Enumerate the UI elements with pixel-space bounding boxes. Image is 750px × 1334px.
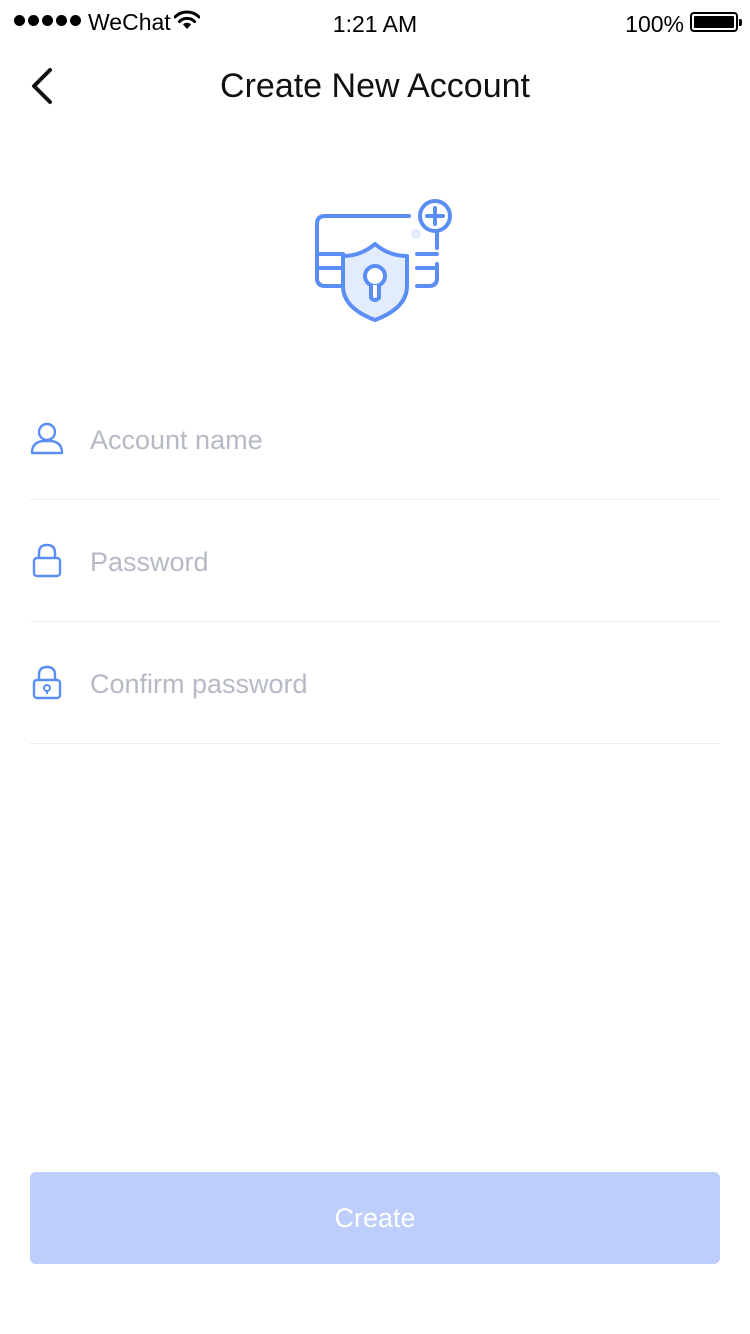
nav-bar: Create New Account	[0, 44, 750, 132]
account-name-input[interactable]	[90, 416, 710, 464]
battery-icon	[690, 12, 742, 32]
password-row	[30, 500, 720, 622]
status-bar: WeChat 1:21 AM 100%	[0, 0, 750, 44]
lock-keyhole-icon	[30, 664, 64, 700]
password-input[interactable]	[90, 538, 710, 586]
battery-percent: 100%	[625, 11, 684, 37]
lock-icon	[30, 542, 64, 578]
confirm-password-input[interactable]	[90, 660, 710, 708]
create-button[interactable]: Create	[30, 1172, 720, 1264]
account-name-row	[30, 378, 720, 500]
user-icon	[30, 420, 64, 456]
create-account-form	[30, 378, 720, 744]
page-title: Create New Account	[220, 67, 530, 105]
confirm-password-row	[30, 622, 720, 744]
account-shield-add-icon	[315, 199, 452, 322]
